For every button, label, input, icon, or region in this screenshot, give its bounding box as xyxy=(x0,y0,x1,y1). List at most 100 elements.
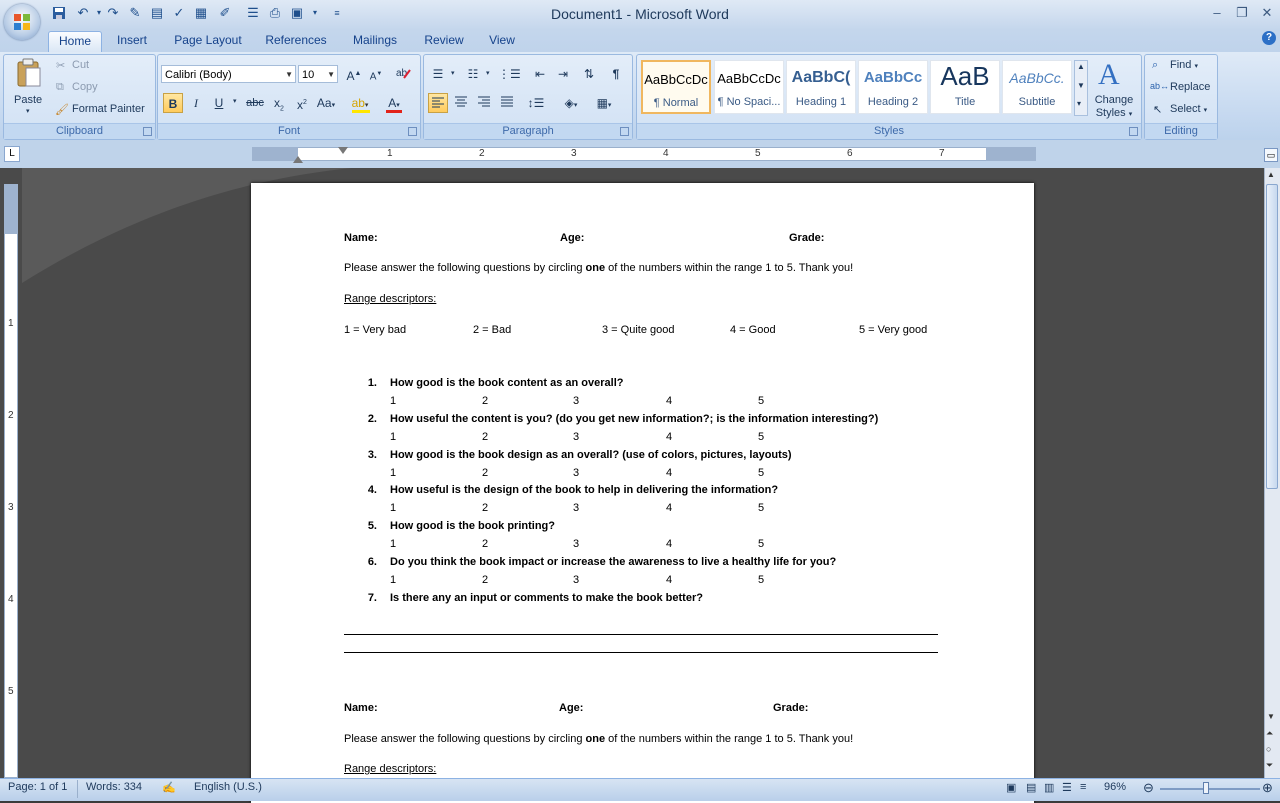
first-line-indent-marker[interactable] xyxy=(338,147,348,154)
multilevel-list-icon[interactable]: ⋮☰ xyxy=(498,64,521,84)
tab-home[interactable]: Home xyxy=(48,31,102,52)
superscript-button[interactable]: x2 xyxy=(292,93,312,113)
tab-view[interactable]: View xyxy=(484,31,520,51)
page-count[interactable]: Page: 1 of 1 xyxy=(8,781,67,793)
change-styles-button[interactable]: A Change Styles ▾ xyxy=(1092,58,1136,122)
bullets-icon[interactable]: ☰ xyxy=(428,64,448,84)
copy-icon[interactable]: ⧉ xyxy=(56,81,64,94)
cut-icon[interactable]: ✂ xyxy=(56,59,65,72)
format-painter-button[interactable]: Format Painter xyxy=(72,103,145,115)
change-styles-label-2: Styles ▾ xyxy=(1095,107,1133,119)
style-preview: AaB xyxy=(940,61,990,91)
underline-dropdown-icon[interactable]: ▾ xyxy=(233,97,237,105)
style-heading-1[interactable]: AaBbC( Heading 1 xyxy=(786,60,856,114)
gallery-more-icon[interactable]: ▾ xyxy=(1077,99,1081,108)
left-indent-marker[interactable] xyxy=(293,156,303,163)
view-ruler-icon[interactable]: ▭ xyxy=(1264,148,1278,162)
zoom-level[interactable]: 96% xyxy=(1104,781,1126,793)
select-button[interactable]: Select ▾ xyxy=(1170,103,1207,115)
outline-view-icon[interactable]: ☰ xyxy=(1062,781,1072,794)
find-button[interactable]: Find ▾ xyxy=(1170,59,1198,71)
justify-icon[interactable] xyxy=(497,93,517,113)
italic-button[interactable]: I xyxy=(186,93,206,113)
find-icon[interactable]: ⌕ xyxy=(1152,59,1158,72)
question-number: 6. xyxy=(367,556,377,568)
bold-button[interactable]: B xyxy=(163,93,183,113)
horizontal-ruler[interactable] xyxy=(252,147,1036,161)
select-browse-object-icon[interactable]: ○ xyxy=(1266,744,1271,754)
zoom-in-icon[interactable]: ⊕ xyxy=(1262,780,1273,796)
tab-references[interactable]: References xyxy=(260,31,332,51)
tab-selector-icon[interactable]: L xyxy=(4,146,20,162)
previous-page-icon[interactable]: ⏶ xyxy=(1266,728,1273,739)
tab-page-layout[interactable]: Page Layout xyxy=(170,31,246,51)
align-right-icon[interactable] xyxy=(474,93,494,113)
office-button[interactable] xyxy=(4,4,40,40)
change-case-button[interactable]: Aa▾ xyxy=(316,93,336,113)
restore-button[interactable]: ❐ xyxy=(1231,4,1253,22)
help-icon[interactable]: ? xyxy=(1262,31,1276,45)
style-heading-2[interactable]: AaBbCc Heading 2 xyxy=(858,60,928,114)
word-count[interactable]: Words: 334 xyxy=(86,781,142,793)
scroll-up-icon[interactable]: ▲ xyxy=(1077,62,1085,71)
bullets-dropdown-icon[interactable]: ▾ xyxy=(451,69,455,77)
shrink-font-icon[interactable]: A▼ xyxy=(366,64,386,84)
zoom-slider-thumb[interactable] xyxy=(1203,782,1209,794)
align-center-icon[interactable] xyxy=(451,93,471,113)
font-launcher-icon[interactable] xyxy=(408,127,417,136)
styles-gallery-scroll[interactable]: ▲ ▼ ▾ xyxy=(1074,60,1088,116)
strikethrough-button[interactable]: abc xyxy=(245,93,265,113)
style-no-spacing[interactable]: AaBbCcDc ¶ No Spaci... xyxy=(714,60,784,114)
web-layout-icon[interactable]: ▥ xyxy=(1044,781,1054,794)
tab-insert[interactable]: Insert xyxy=(110,31,154,51)
select-cursor-icon[interactable]: ↖ xyxy=(1153,103,1162,116)
close-button[interactable]: ✕ xyxy=(1256,4,1278,22)
style-title[interactable]: AaB Title xyxy=(930,60,1000,114)
scroll-down-icon[interactable]: ▼ xyxy=(1077,81,1085,90)
cut-button[interactable]: Cut xyxy=(72,59,89,71)
full-screen-reading-icon[interactable]: ▤ xyxy=(1026,781,1036,794)
line-spacing-icon[interactable]: ↕☰ xyxy=(526,93,546,113)
styles-launcher-icon[interactable] xyxy=(1129,127,1138,136)
copy-button[interactable]: Copy xyxy=(72,81,98,93)
scrollbar-thumb[interactable] xyxy=(1266,184,1278,489)
paste-dropdown-icon[interactable]: ▾ xyxy=(26,107,30,115)
print-layout-view-icon[interactable]: ▣ xyxy=(1006,781,1016,794)
format-painter-icon[interactable]: 🖌 xyxy=(55,103,69,116)
scroll-down-icon[interactable]: ▼ xyxy=(1267,712,1275,721)
decrease-indent-icon[interactable]: ⇤ xyxy=(530,64,550,84)
zoom-out-icon[interactable]: ⊖ xyxy=(1143,780,1154,796)
minimize-button[interactable]: – xyxy=(1206,4,1228,22)
font-size-select[interactable]: 10 ▼ xyxy=(298,65,338,83)
style-normal[interactable]: AaBbCcDc ¶ Normal xyxy=(641,60,711,114)
document-page[interactable]: Name: Age: Grade: Please answer the foll… xyxy=(251,183,1034,803)
scale-1: 1 xyxy=(390,502,397,514)
increase-indent-icon[interactable]: ⇥ xyxy=(553,64,573,84)
next-page-icon[interactable]: ⏷ xyxy=(1266,760,1273,771)
font-name-select[interactable]: Calibri (Body) ▼ xyxy=(161,65,296,83)
paragraph-launcher-icon[interactable] xyxy=(620,127,629,136)
show-marks-icon[interactable]: ¶ xyxy=(606,64,626,84)
clear-formatting-icon[interactable]: ab xyxy=(393,64,413,84)
grow-font-icon[interactable]: A▲ xyxy=(344,64,364,84)
subscript-button[interactable]: x2 xyxy=(269,93,289,113)
numbering-icon[interactable]: ☷ xyxy=(463,64,483,84)
proofing-icon[interactable]: ✍ xyxy=(162,781,176,794)
paste-button[interactable]: Paste ▾ xyxy=(12,58,46,115)
numbering-dropdown-icon[interactable]: ▾ xyxy=(486,69,490,77)
align-left-icon[interactable] xyxy=(428,93,448,113)
tab-review[interactable]: Review xyxy=(418,31,470,51)
language-status[interactable]: English (U.S.) xyxy=(194,781,262,793)
tab-mailings[interactable]: Mailings xyxy=(346,31,404,51)
zoom-slider-track[interactable] xyxy=(1160,788,1260,790)
clipboard-launcher-icon[interactable] xyxy=(143,127,152,136)
underline-button[interactable]: U xyxy=(209,93,229,113)
scroll-up-icon[interactable]: ▲ xyxy=(1267,170,1275,179)
replace-button[interactable]: Replace xyxy=(1170,81,1210,93)
sort-icon[interactable]: ⇅ xyxy=(579,64,599,84)
replace-icon[interactable]: ab↔ xyxy=(1150,81,1169,91)
borders-icon[interactable]: ▦▾ xyxy=(594,93,614,113)
style-subtitle[interactable]: AaBbCc. Subtitle xyxy=(1002,60,1072,114)
shading-icon[interactable]: ◈▾ xyxy=(561,93,581,113)
draft-view-icon[interactable]: ≡ xyxy=(1080,781,1086,793)
